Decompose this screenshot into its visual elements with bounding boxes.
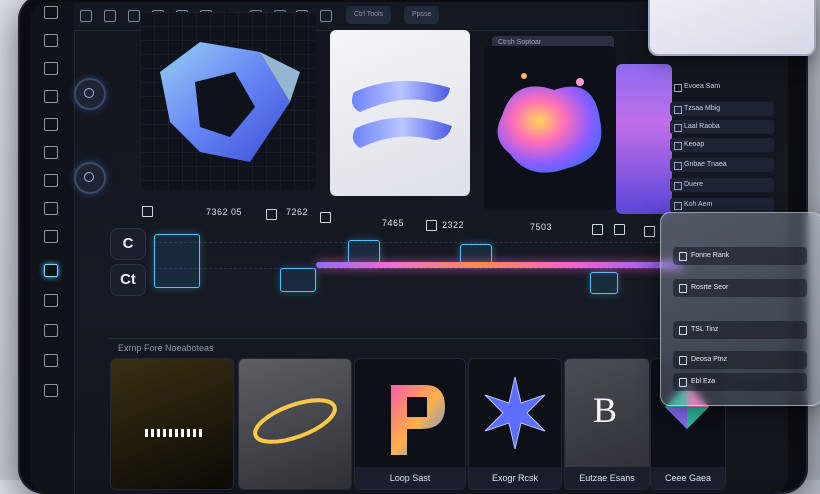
home-icon[interactable] bbox=[80, 10, 92, 22]
record-button[interactable] bbox=[74, 78, 106, 110]
playhead-range-bar[interactable] bbox=[316, 262, 682, 268]
effect-card-1[interactable] bbox=[110, 358, 234, 490]
preview-tile-geometric[interactable] bbox=[140, 12, 316, 190]
timeline-clip-1[interactable] bbox=[154, 234, 200, 288]
property-row-3[interactable]: Keoap bbox=[670, 138, 774, 152]
text-icon[interactable] bbox=[44, 118, 58, 131]
settings-row-3[interactable]: TSL Tinz bbox=[673, 321, 807, 339]
tool-button-c[interactable]: C bbox=[110, 228, 146, 260]
preview-tile-sparkles[interactable] bbox=[616, 64, 672, 214]
layers-icon[interactable] bbox=[44, 34, 58, 47]
left-toolbar bbox=[30, 2, 75, 494]
comment-icon[interactable] bbox=[44, 294, 58, 307]
trim-icon[interactable] bbox=[426, 220, 437, 231]
preview-tile-blob[interactable] bbox=[484, 46, 616, 210]
fluid-blob-image bbox=[497, 73, 602, 173]
timeline-clip-4[interactable] bbox=[460, 244, 492, 264]
clip-icon[interactable] bbox=[142, 206, 153, 217]
panel-header: Evoea Sam bbox=[670, 80, 774, 94]
filter-icon[interactable] bbox=[44, 354, 58, 367]
camera-button[interactable] bbox=[74, 162, 106, 194]
effects-panel-header: Exrnp Fore Noeaboteas bbox=[108, 338, 688, 357]
tool-button-ct[interactable]: Ct bbox=[110, 264, 146, 296]
presets-tab[interactable]: Ppsse bbox=[404, 6, 440, 24]
timeline-clip-5[interactable] bbox=[590, 272, 618, 294]
floating-settings-panel: Fonne Rank Rosrte Seor TSL Tinz Deosa Pt… bbox=[660, 212, 820, 406]
adjust-icon[interactable] bbox=[44, 324, 58, 337]
settings-row-2[interactable]: Rosrte Seor bbox=[673, 279, 807, 297]
image-icon[interactable] bbox=[44, 174, 58, 187]
tools-tab[interactable]: Ctrl Tools bbox=[346, 6, 392, 24]
grid-icon[interactable] bbox=[44, 202, 58, 215]
erase-icon[interactable] bbox=[320, 10, 332, 22]
frame-icon[interactable] bbox=[44, 6, 58, 19]
settings-row-5[interactable]: Ebl Eza bbox=[673, 373, 807, 391]
light-strip-image bbox=[145, 429, 205, 437]
effect-card-6-label: Ceee Gaea bbox=[651, 467, 725, 489]
redo-icon[interactable] bbox=[128, 10, 140, 22]
mute-icon[interactable] bbox=[614, 224, 625, 235]
settings-row-4[interactable]: Deosa Ptnz bbox=[673, 351, 807, 369]
property-row-1[interactable]: Tzsaa Mbig bbox=[670, 102, 774, 116]
star-burst-image bbox=[484, 376, 546, 450]
timecode-1: 7362 05 bbox=[206, 207, 243, 217]
geometric-shape-image bbox=[160, 42, 300, 162]
link-icon[interactable] bbox=[44, 264, 58, 277]
property-row-4[interactable]: Gnbae Tnaea bbox=[670, 158, 774, 172]
golden-ring-image bbox=[253, 398, 337, 444]
split-icon[interactable] bbox=[320, 212, 331, 223]
effect-card-5-label: Eutzae Esans bbox=[565, 467, 649, 489]
settings-icon[interactable] bbox=[44, 384, 58, 397]
effect-card-3[interactable]: Loop Sast bbox=[354, 358, 466, 490]
gallery-icon[interactable] bbox=[44, 230, 58, 243]
effect-card-4-label: Exogr Rcsk bbox=[469, 467, 561, 489]
floating-preview-card[interactable] bbox=[648, 0, 816, 56]
preview-tile-waves[interactable] bbox=[330, 30, 470, 196]
effects-panel-title: Exrnp Fore Noeaboteas bbox=[118, 343, 214, 353]
timecode-2: 7262 bbox=[286, 207, 309, 217]
effect-card-2[interactable] bbox=[238, 358, 352, 490]
timecode-4: 2322 bbox=[442, 220, 465, 230]
wave-shape-image bbox=[352, 80, 452, 148]
audio-icon[interactable] bbox=[592, 224, 603, 235]
expand-icon[interactable] bbox=[644, 226, 655, 237]
effect-card-5[interactable]: B Eutzae Esans bbox=[564, 358, 650, 490]
timecode-3: 7465 bbox=[382, 218, 405, 228]
property-row-6[interactable]: Koh Aem bbox=[670, 198, 774, 212]
settings-row-1[interactable]: Fonne Rank bbox=[673, 247, 807, 265]
marker-icon[interactable] bbox=[266, 209, 277, 220]
shape-icon[interactable] bbox=[44, 146, 58, 159]
property-row-2[interactable]: Laal Raoba bbox=[670, 120, 774, 134]
undo-icon[interactable] bbox=[104, 10, 116, 22]
timeline-clip-3[interactable] bbox=[280, 268, 316, 292]
letter-p-image bbox=[391, 385, 445, 455]
crop-icon[interactable] bbox=[44, 62, 58, 75]
timecode-5: 7503 bbox=[530, 222, 553, 232]
rotate-icon[interactable] bbox=[44, 90, 58, 103]
effect-card-3-label: Loop Sast bbox=[355, 467, 465, 489]
effect-card-4[interactable]: Exogr Rcsk bbox=[468, 358, 562, 490]
property-row-5[interactable]: Duere bbox=[670, 178, 774, 192]
letter-b-image: B bbox=[593, 390, 618, 430]
